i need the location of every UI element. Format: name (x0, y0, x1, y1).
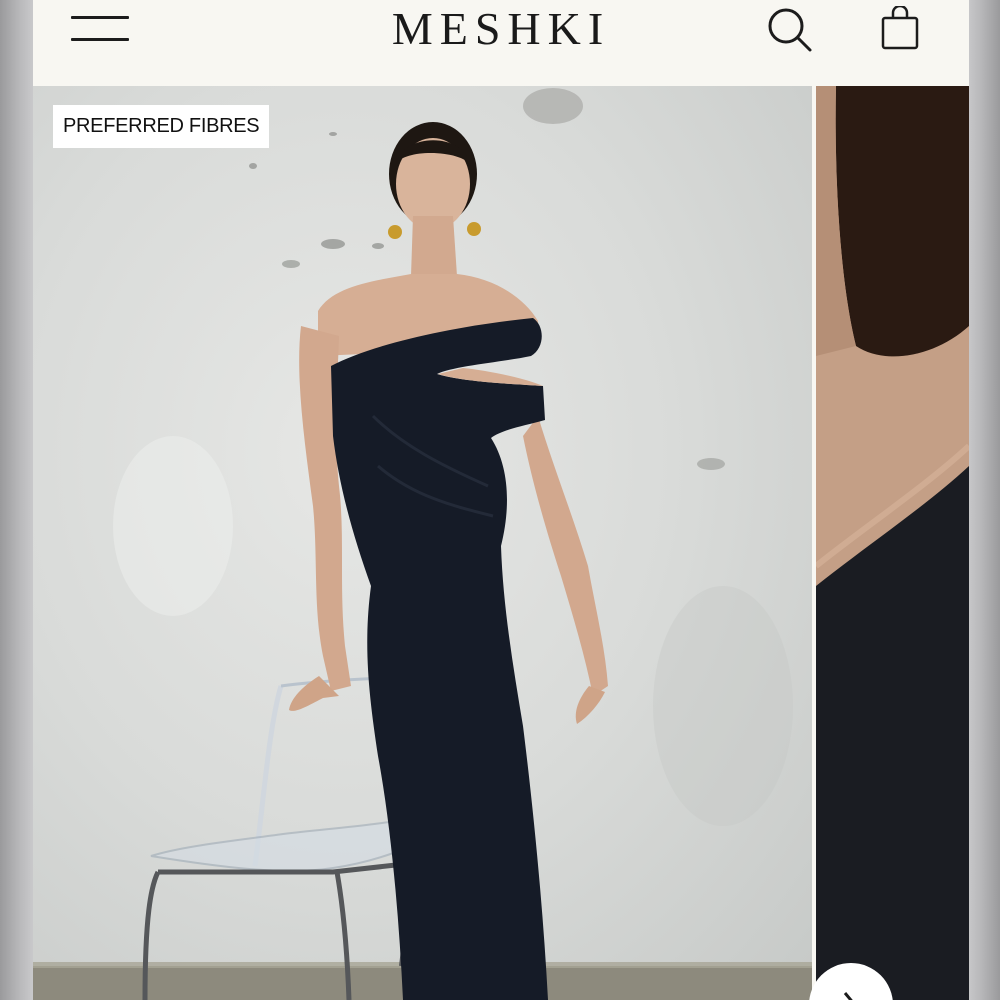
chevron-right-icon (843, 992, 853, 1000)
brand-logo[interactable]: MESHKI (33, 4, 969, 54)
site-header: MESHKI (33, 0, 969, 86)
search-button[interactable] (765, 4, 815, 54)
neckline-photo (816, 86, 969, 1000)
product-image-next[interactable] (816, 86, 969, 1000)
product-gallery[interactable]: PREFERRED FIBRES (33, 86, 969, 1000)
shopping-bag-icon (881, 4, 919, 50)
preferred-fibres-badge: PREFERRED FIBRES (53, 105, 270, 148)
bag-button[interactable] (879, 4, 923, 52)
product-image-main[interactable]: PREFERRED FIBRES (33, 86, 812, 1000)
app-frame: MESHKI PREFERRED FIBRES (33, 0, 969, 1000)
model-photo (33, 88, 812, 1000)
next-image-button[interactable] (809, 963, 893, 1000)
search-icon (768, 8, 812, 52)
